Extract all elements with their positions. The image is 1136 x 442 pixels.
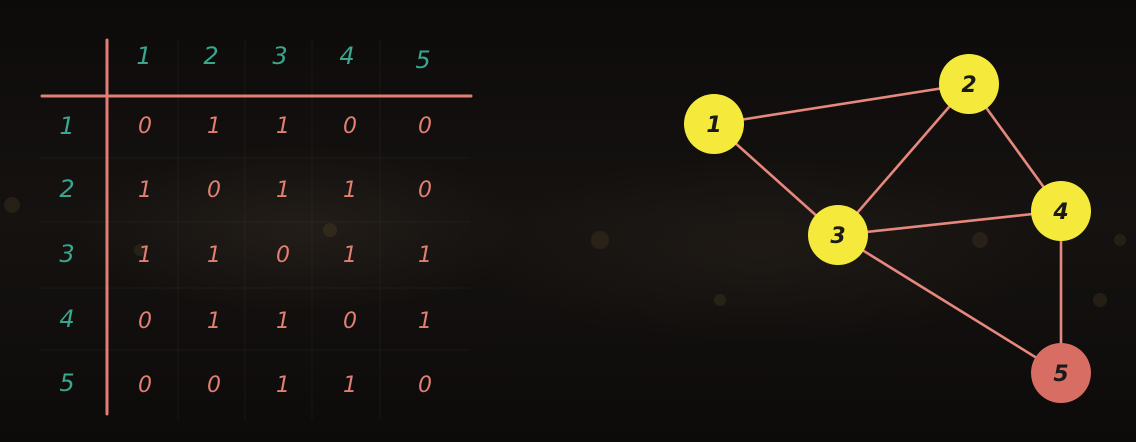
graph-node-label: 5 [1053, 362, 1068, 387]
adjacency-matrix-scene: 1 2 3 4 5 1 2 3 4 5 0 1 1 0 0 1 0 1 1 0 … [0, 0, 1136, 442]
graph-node-label: 4 [1052, 200, 1068, 225]
graph-node-label: 2 [961, 73, 976, 98]
graph-edges [713, 82, 1063, 375]
graph-node-label: 1 [706, 113, 721, 138]
graph-node: 2 [939, 54, 999, 114]
graph-edge [713, 82, 970, 126]
graph-edge [837, 209, 1062, 237]
graph-node: 5 [1031, 343, 1091, 403]
graph-diagram: 1 2 3 4 5 [684, 54, 1091, 403]
graph-node: 1 [684, 94, 744, 154]
graph-edge [837, 233, 1062, 375]
graph-node: 4 [1031, 181, 1091, 241]
graph-node-label: 3 [830, 224, 845, 249]
graph-node: 3 [808, 205, 868, 265]
